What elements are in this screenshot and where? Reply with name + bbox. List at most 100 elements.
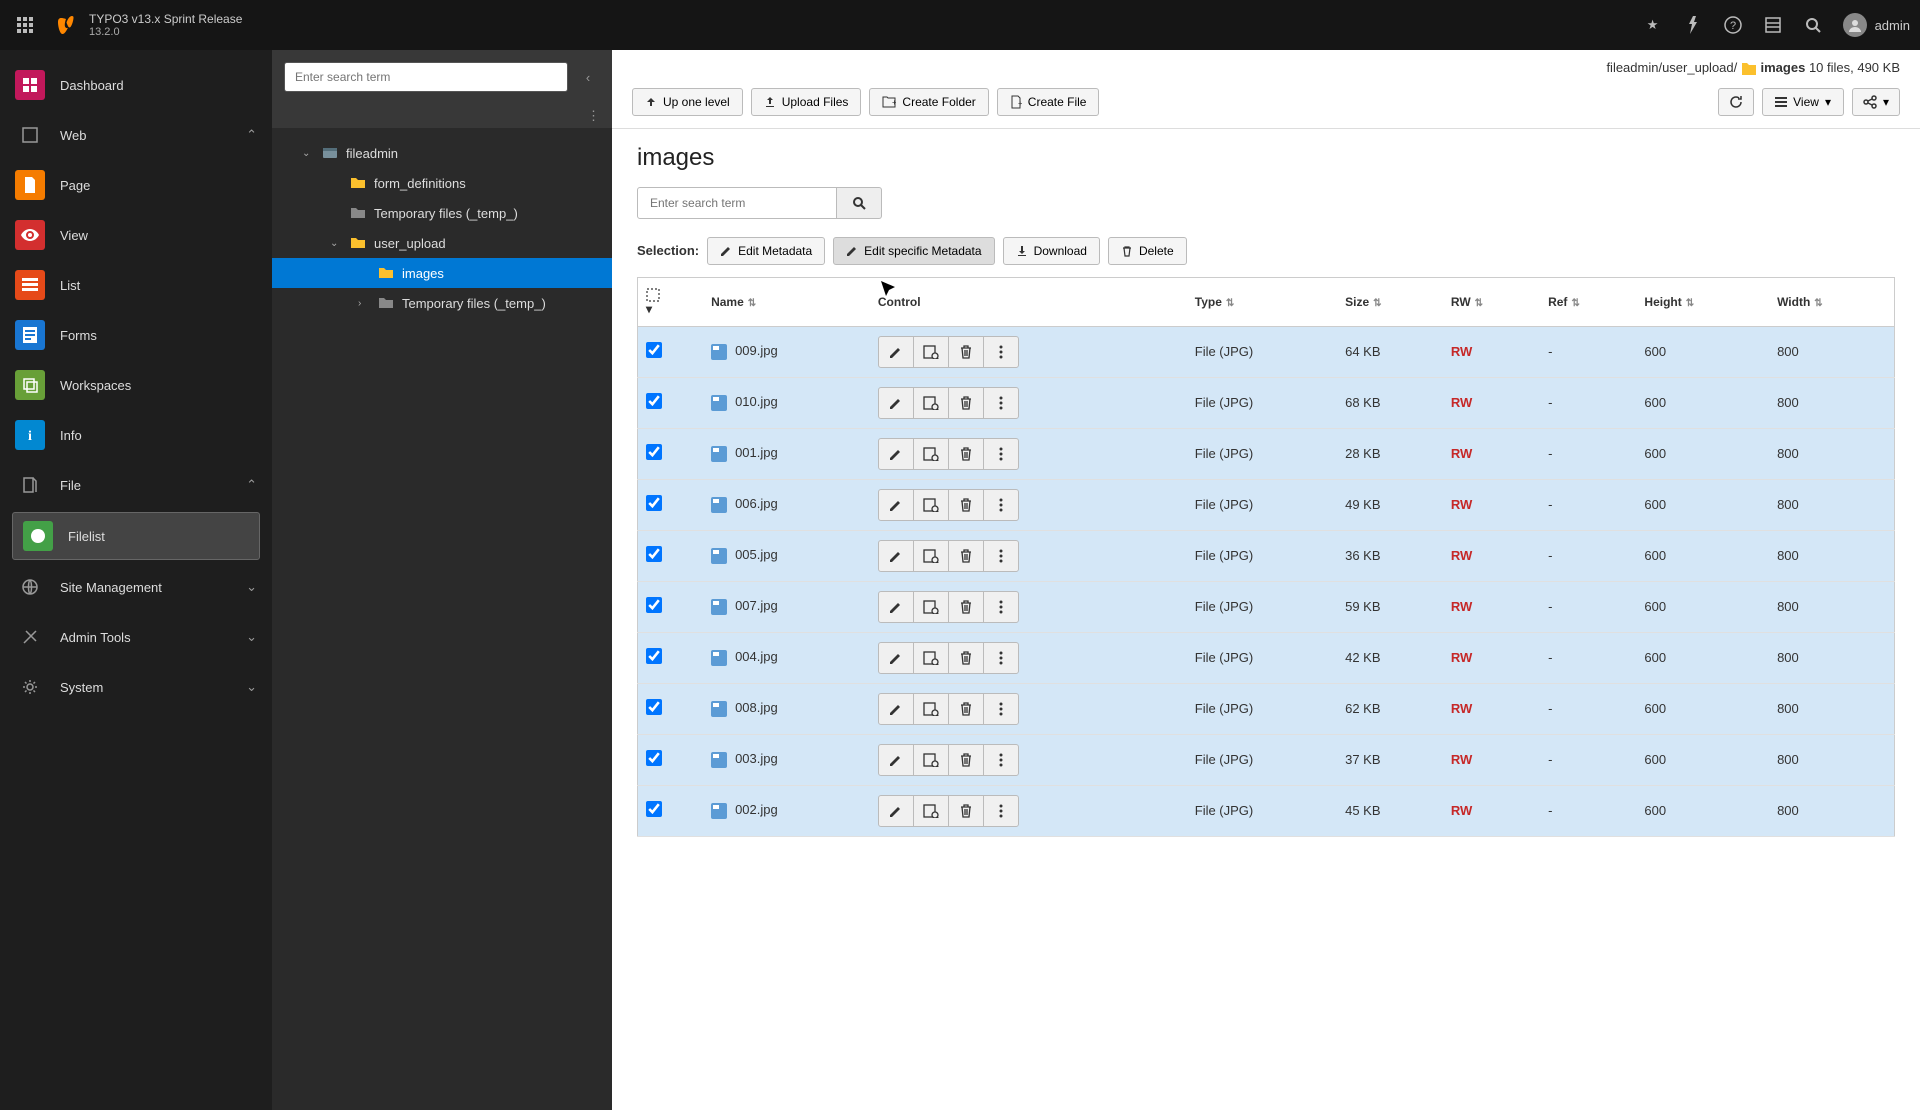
sidebar-group-admin-tools[interactable]: Admin Tools ⌄ — [0, 612, 272, 662]
delete-action[interactable] — [948, 438, 984, 470]
sidebar-item-workspaces[interactable]: Workspaces — [0, 360, 272, 410]
table-row[interactable]: 006.jpg File (JPG) 49 KB RW - 600 800 — [638, 479, 1895, 530]
more-action[interactable] — [983, 489, 1019, 521]
edit-action[interactable] — [878, 387, 914, 419]
edit-action[interactable] — [878, 438, 914, 470]
cache-icon[interactable] — [1683, 15, 1703, 35]
metadata-action[interactable] — [913, 336, 949, 368]
row-checkbox[interactable] — [646, 597, 662, 613]
sidebar-group-web[interactable]: Web ⌃ — [0, 110, 272, 160]
tree-node-form-definitions[interactable]: form_definitions — [272, 168, 612, 198]
edit-action[interactable] — [878, 591, 914, 623]
expand-icon[interactable]: ⌄ — [302, 148, 314, 159]
metadata-action[interactable] — [913, 591, 949, 623]
sidebar-item-forms[interactable]: Forms — [0, 310, 272, 360]
expand-icon[interactable]: ⌄ — [330, 238, 342, 249]
edit-action[interactable] — [878, 336, 914, 368]
table-row[interactable]: 007.jpg File (JPG) 59 KB RW - 600 800 — [638, 581, 1895, 632]
delete-action[interactable] — [948, 540, 984, 572]
table-row[interactable]: 002.jpg File (JPG) 45 KB RW - 600 800 — [638, 785, 1895, 836]
table-row[interactable]: 010.jpg File (JPG) 68 KB RW - 600 800 — [638, 377, 1895, 428]
row-checkbox[interactable] — [646, 393, 662, 409]
th-name[interactable]: Name⇅ — [703, 277, 870, 326]
th-size[interactable]: Size⇅ — [1337, 277, 1443, 326]
sidebar-item-filelist[interactable]: Filelist — [12, 512, 260, 560]
metadata-action[interactable] — [913, 438, 949, 470]
row-checkbox[interactable] — [646, 546, 662, 562]
metadata-action[interactable] — [913, 540, 949, 572]
expand-icon[interactable]: › — [358, 298, 370, 309]
create-folder-button[interactable]: +Create Folder — [869, 88, 988, 116]
metadata-action[interactable] — [913, 693, 949, 725]
upload-files-button[interactable]: Upload Files — [751, 88, 862, 116]
edit-action[interactable] — [878, 540, 914, 572]
row-checkbox[interactable] — [646, 801, 662, 817]
more-action[interactable] — [983, 336, 1019, 368]
view-dropdown[interactable]: View ▾ — [1762, 88, 1844, 116]
delete-action[interactable] — [948, 387, 984, 419]
refresh-button[interactable] — [1718, 88, 1754, 116]
delete-action[interactable] — [948, 336, 984, 368]
create-file-button[interactable]: +Create File — [997, 88, 1100, 116]
tree-node-user-upload[interactable]: ⌄ user_upload — [272, 228, 612, 258]
search-icon[interactable] — [1803, 15, 1823, 35]
tree-node-temp2[interactable]: › Temporary files (_temp_) — [272, 288, 612, 318]
edit-action[interactable] — [878, 489, 914, 521]
metadata-action[interactable] — [913, 795, 949, 827]
sidebar-group-site-management[interactable]: Site Management ⌄ — [0, 562, 272, 612]
typo3-logo[interactable]: TYPO3 v13.x Sprint Release 13.2.0 — [55, 12, 242, 38]
metadata-action[interactable] — [913, 387, 949, 419]
table-row[interactable]: 005.jpg File (JPG) 36 KB RW - 600 800 — [638, 530, 1895, 581]
edit-specific-metadata-button[interactable]: Edit specific Metadata — [833, 237, 994, 265]
th-type[interactable]: Type⇅ — [1187, 277, 1337, 326]
tree-node-fileadmin[interactable]: ⌄ fileadmin — [272, 138, 612, 168]
content-search-input[interactable] — [637, 187, 837, 219]
more-action[interactable] — [983, 642, 1019, 674]
tree-node-images[interactable]: images — [272, 258, 612, 288]
tree-more-icon[interactable]: ⋮ — [272, 104, 612, 128]
edit-action[interactable] — [878, 795, 914, 827]
delete-action[interactable] — [948, 693, 984, 725]
help-icon[interactable]: ? — [1723, 15, 1743, 35]
sidebar-item-info[interactable]: i Info — [0, 410, 272, 460]
row-checkbox[interactable] — [646, 648, 662, 664]
sidebar-group-file[interactable]: File ⌃ — [0, 460, 272, 510]
more-action[interactable] — [983, 795, 1019, 827]
share-dropdown[interactable]: ▾ — [1852, 88, 1900, 116]
up-one-level-button[interactable]: Up one level — [632, 88, 743, 116]
delete-action[interactable] — [948, 642, 984, 674]
delete-action[interactable] — [948, 489, 984, 521]
metadata-action[interactable] — [913, 642, 949, 674]
more-action[interactable] — [983, 387, 1019, 419]
delete-button[interactable]: Delete — [1108, 237, 1187, 265]
more-action[interactable] — [983, 693, 1019, 725]
tree-node-temp[interactable]: Temporary files (_temp_) — [272, 198, 612, 228]
th-rw[interactable]: RW⇅ — [1443, 277, 1540, 326]
table-row[interactable]: 003.jpg File (JPG) 37 KB RW - 600 800 — [638, 734, 1895, 785]
edit-action[interactable] — [878, 693, 914, 725]
bookmark-icon[interactable]: ★ — [1643, 15, 1663, 35]
edit-metadata-button[interactable]: Edit Metadata — [707, 237, 825, 265]
delete-action[interactable] — [948, 744, 984, 776]
th-height[interactable]: Height⇅ — [1636, 277, 1769, 326]
sidebar-item-page[interactable]: Page — [0, 160, 272, 210]
more-action[interactable] — [983, 540, 1019, 572]
row-checkbox[interactable] — [646, 444, 662, 460]
edit-action[interactable] — [878, 744, 914, 776]
metadata-action[interactable] — [913, 744, 949, 776]
sidebar-item-dashboard[interactable]: Dashboard — [0, 60, 272, 110]
more-action[interactable] — [983, 744, 1019, 776]
th-ref[interactable]: Ref⇅ — [1540, 277, 1636, 326]
tree-collapse-icon[interactable]: ‹ — [576, 70, 600, 85]
row-checkbox[interactable] — [646, 495, 662, 511]
delete-action[interactable] — [948, 795, 984, 827]
row-checkbox[interactable] — [646, 699, 662, 715]
sidebar-item-list[interactable]: List — [0, 260, 272, 310]
table-row[interactable]: 009.jpg File (JPG) 64 KB RW - 600 800 — [638, 326, 1895, 377]
apps-menu-icon[interactable] — [10, 10, 40, 40]
table-row[interactable]: 008.jpg File (JPG) 62 KB RW - 600 800 — [638, 683, 1895, 734]
download-button[interactable]: Download — [1003, 237, 1100, 265]
more-action[interactable] — [983, 438, 1019, 470]
sidebar-group-system[interactable]: System ⌄ — [0, 662, 272, 712]
th-width[interactable]: Width⇅ — [1769, 277, 1894, 326]
